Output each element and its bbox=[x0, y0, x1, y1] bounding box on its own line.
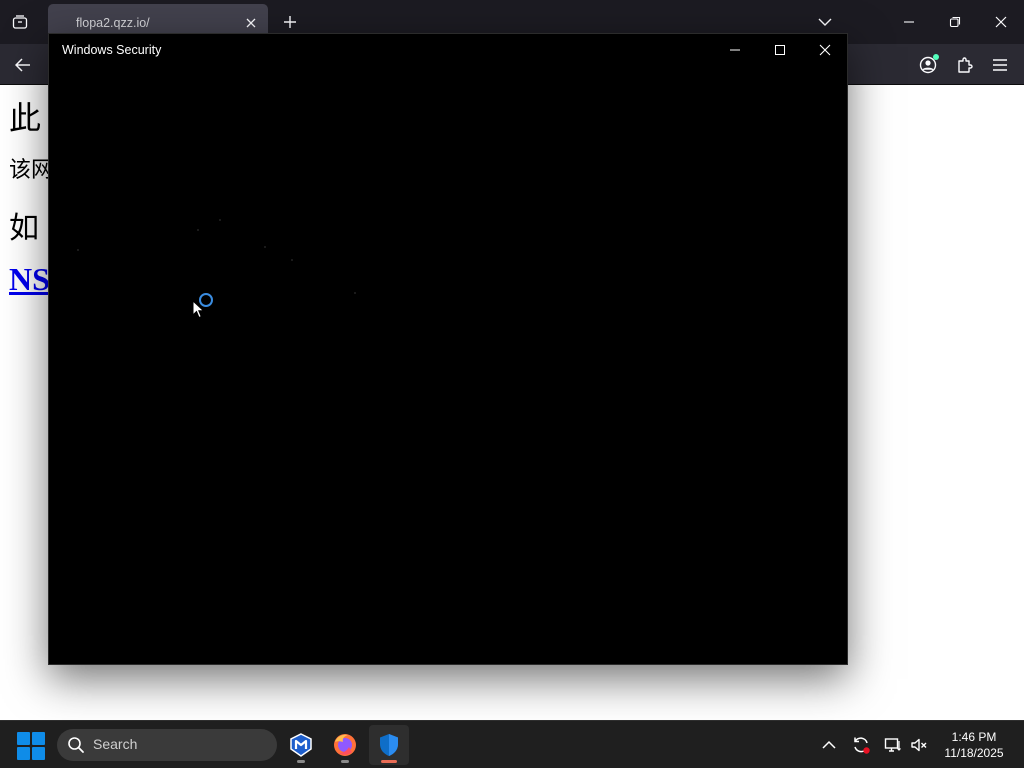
render-artifact bbox=[354, 292, 356, 294]
search-placeholder: Search bbox=[93, 736, 138, 752]
page-subheading: 如 bbox=[9, 211, 39, 246]
network-icon[interactable] bbox=[881, 733, 905, 757]
running-indicator bbox=[381, 760, 397, 763]
puzzle-icon[interactable] bbox=[951, 51, 979, 79]
taskbar: Search 1:46 PM 11/18/2025 bbox=[0, 720, 1024, 768]
taskbar-app-windows-security[interactable] bbox=[369, 725, 409, 765]
taskbar-clock[interactable]: 1:46 PM 11/18/2025 bbox=[936, 729, 1012, 761]
malwarebytes-icon bbox=[290, 733, 312, 757]
close-icon[interactable] bbox=[242, 14, 260, 32]
clock-time: 1:46 PM bbox=[951, 730, 997, 744]
account-icon[interactable] bbox=[914, 51, 942, 79]
page-paragraph: 该网 bbox=[9, 158, 54, 183]
restore-icon[interactable] bbox=[942, 10, 968, 34]
chevron-up-icon[interactable] bbox=[817, 733, 841, 757]
notification-dot bbox=[933, 54, 939, 60]
minimize-icon[interactable] bbox=[723, 38, 747, 62]
shield-icon bbox=[380, 734, 398, 756]
tab-title: flopa2.qzz.io/ bbox=[76, 16, 150, 30]
running-indicator bbox=[341, 760, 349, 763]
render-artifact bbox=[197, 229, 199, 231]
windows-start-icon[interactable] bbox=[16, 731, 46, 761]
plus-icon[interactable] bbox=[278, 10, 302, 34]
volume-muted-icon[interactable] bbox=[907, 733, 931, 757]
taskbar-search[interactable]: Search bbox=[57, 729, 277, 761]
arrow-left-icon[interactable] bbox=[10, 52, 36, 78]
tab-view-icon[interactable] bbox=[8, 10, 32, 34]
render-artifact bbox=[264, 246, 266, 248]
mouse-cursor-icon bbox=[192, 300, 205, 319]
hamburger-icon[interactable] bbox=[986, 51, 1014, 79]
close-icon[interactable] bbox=[813, 38, 837, 62]
page-link[interactable]: NS bbox=[9, 261, 50, 298]
window-title: Windows Security bbox=[62, 43, 162, 57]
windows-security-window: Windows Security bbox=[48, 33, 848, 665]
firefox-icon bbox=[334, 734, 356, 756]
minimize-icon[interactable] bbox=[896, 10, 922, 34]
taskbar-app-malwarebytes[interactable] bbox=[281, 725, 321, 765]
search-icon bbox=[68, 737, 84, 753]
render-artifact bbox=[291, 259, 293, 261]
maximize-icon[interactable] bbox=[768, 38, 792, 62]
sync-alert-icon[interactable] bbox=[849, 733, 873, 757]
render-artifact bbox=[77, 249, 79, 251]
taskbar-app-firefox[interactable] bbox=[325, 725, 365, 765]
chevron-down-icon[interactable] bbox=[812, 10, 838, 34]
render-artifact bbox=[219, 219, 221, 221]
close-window-icon[interactable] bbox=[988, 10, 1014, 34]
clock-date: 11/18/2025 bbox=[944, 746, 1004, 760]
page-heading: 此 bbox=[9, 99, 42, 137]
running-indicator bbox=[297, 760, 305, 763]
